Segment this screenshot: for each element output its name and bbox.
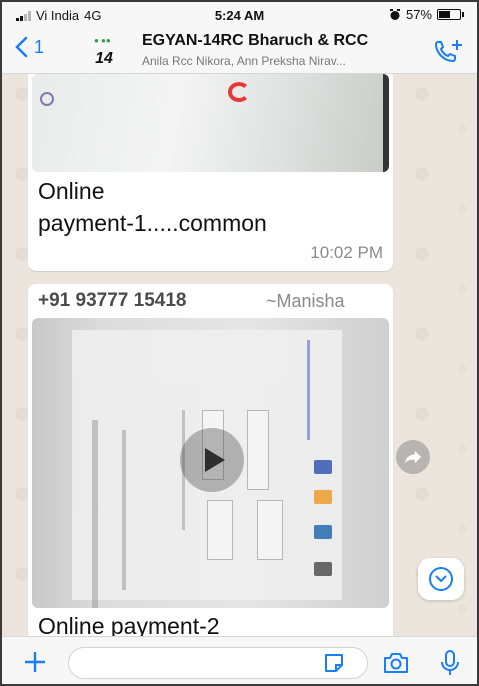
camera-button[interactable]: [382, 650, 410, 676]
message-time: 10:02 PM: [310, 243, 383, 262]
thumbnail-detail: [307, 340, 310, 440]
thumbnail-detail: [207, 500, 233, 560]
thumbnail-detail: [314, 490, 332, 504]
sender-name: ~Manisha: [266, 291, 345, 311]
thumbnail-detail: [122, 430, 126, 590]
video-thumbnail[interactable]: [32, 74, 389, 172]
back-button[interactable]: 1: [14, 36, 44, 58]
thumbnail-detail: [314, 525, 332, 539]
message-bubble[interactable]: +91 93777 15418 ~Manisha Online payment-…: [28, 284, 393, 636]
status-bar: Vi India 4G 5:24 AM 57%: [2, 2, 477, 28]
thumbnail-detail: [40, 92, 54, 106]
sticker-button[interactable]: [322, 651, 346, 675]
attach-button[interactable]: [22, 649, 48, 675]
play-button[interactable]: [180, 428, 244, 492]
microphone-button[interactable]: [440, 649, 460, 677]
thumbnail-detail: [228, 82, 250, 102]
thumbnail-detail: [383, 74, 389, 172]
message-caption: Online payment-1.....common: [38, 175, 378, 239]
thumbnail-detail: [314, 562, 332, 576]
chat-header: 1 ● ●● 14 EGYAN-14RC Bharuch & RCC Anila…: [2, 28, 477, 74]
caption-line: Online: [38, 178, 105, 204]
thumbnail-detail: [247, 410, 269, 490]
battery-level: [439, 11, 450, 18]
chevron-down-icon: [429, 567, 453, 591]
battery-percent: 57%: [405, 7, 432, 22]
phone-screen: Vi India 4G 5:24 AM 57% 1 ● ●● 14 EGYAN-…: [0, 0, 479, 686]
back-count: 1: [34, 36, 45, 57]
message-caption: Online payment-2: [38, 613, 220, 636]
message-input-bar: [2, 636, 477, 684]
microphone-icon: [441, 650, 459, 675]
sticker-icon: [325, 654, 343, 672]
video-thumbnail[interactable]: [32, 318, 389, 608]
status-right: 57%: [389, 7, 464, 22]
thumbnail-detail: [257, 500, 283, 560]
chat-participants[interactable]: Anila Rcc Nikora, Ann Preksha Nirav...: [142, 54, 346, 68]
chevron-left-icon: [15, 36, 28, 58]
avatar-decoration-icon: ● ●●: [94, 36, 111, 45]
plus-icon: [25, 652, 45, 672]
battery-icon: [437, 9, 464, 20]
avatar-text: 14: [95, 50, 113, 67]
thumbnail-detail: [92, 420, 98, 608]
forward-button[interactable]: [396, 440, 430, 474]
alarm-icon: [389, 8, 400, 20]
group-avatar[interactable]: ● ●● 14: [86, 34, 122, 68]
forward-icon: [404, 450, 422, 464]
chat-title[interactable]: EGYAN-14RC Bharuch & RCC: [142, 32, 368, 50]
thumbnail-detail: [314, 460, 332, 474]
caption-line: payment-1.....common: [38, 210, 267, 236]
scroll-to-bottom-button[interactable]: [418, 558, 464, 600]
add-call-button[interactable]: [433, 38, 463, 64]
camera-icon: [384, 653, 408, 673]
sender-phone[interactable]: +91 93777 15418: [38, 290, 186, 312]
message-bubble[interactable]: Online payment-1.....common 10:02 PM: [28, 74, 393, 271]
chat-area[interactable]: Online payment-1.....common 10:02 PM +91…: [2, 74, 477, 636]
add-call-icon: [434, 40, 462, 63]
